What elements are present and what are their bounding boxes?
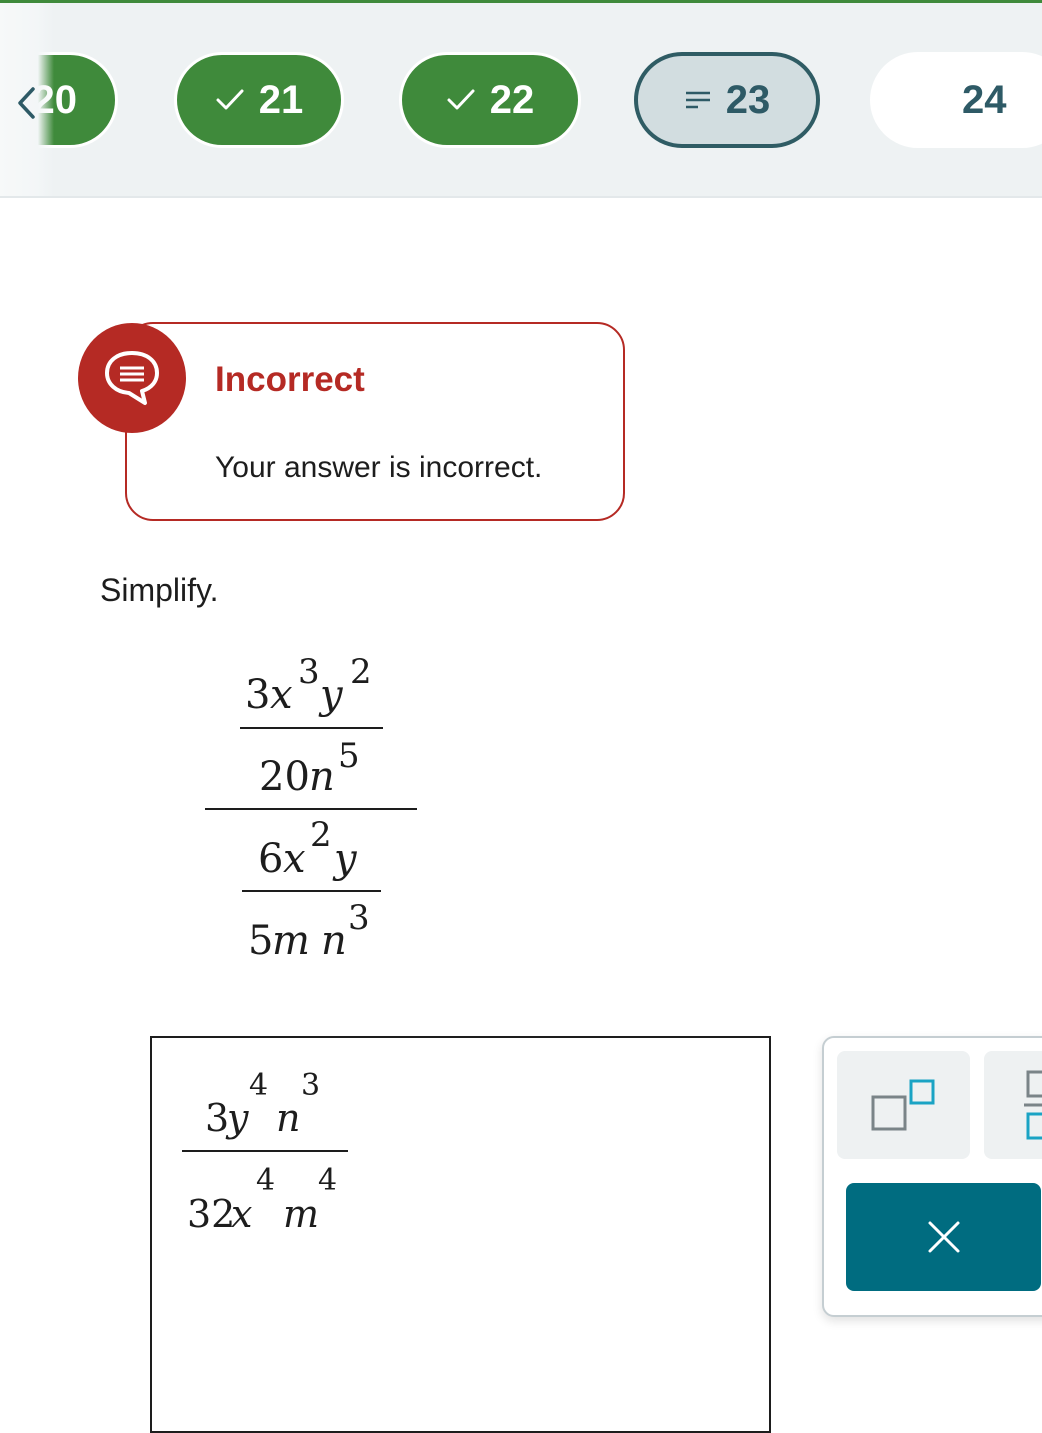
- expr-var: m: [272, 918, 310, 964]
- expr-var: n: [321, 918, 347, 964]
- expr-exp: 3: [348, 898, 370, 938]
- close-icon: [928, 1221, 959, 1253]
- expr-var: x: [283, 836, 306, 882]
- expr-exp: 2: [350, 652, 372, 692]
- expr-var: n: [309, 754, 335, 800]
- expr-exp: 5: [338, 736, 360, 776]
- fraction-bar: [240, 727, 383, 729]
- expr-var: y: [334, 836, 357, 882]
- expr-coef: 3: [245, 672, 271, 718]
- exponent-button[interactable]: [837, 1051, 970, 1159]
- expr-exp: 2: [310, 815, 332, 855]
- expr-var: y: [320, 672, 343, 718]
- main-fraction-bar: [205, 808, 417, 810]
- expr-exp: 3: [298, 652, 320, 692]
- expr-coef: 5: [248, 918, 274, 964]
- problem-expression: 3 x 3 y 2 20 n 5 6 x 2 y 5 m n 3: [0, 0, 1042, 1000]
- expr-var: x: [270, 672, 293, 718]
- scroll-left-button[interactable]: [12, 83, 40, 123]
- fraction-template-icon: [1024, 1070, 1042, 1140]
- answer-input[interactable]: [150, 1036, 771, 1433]
- clear-answer-button[interactable]: [846, 1183, 1041, 1291]
- exponent-template-icon: [871, 1079, 934, 1131]
- chevron-left-icon: [18, 87, 35, 119]
- expr-coef: 20: [259, 754, 310, 800]
- fraction-bar: [242, 890, 381, 892]
- fraction-button[interactable]: [984, 1051, 1042, 1159]
- expr-coef: 6: [258, 836, 284, 882]
